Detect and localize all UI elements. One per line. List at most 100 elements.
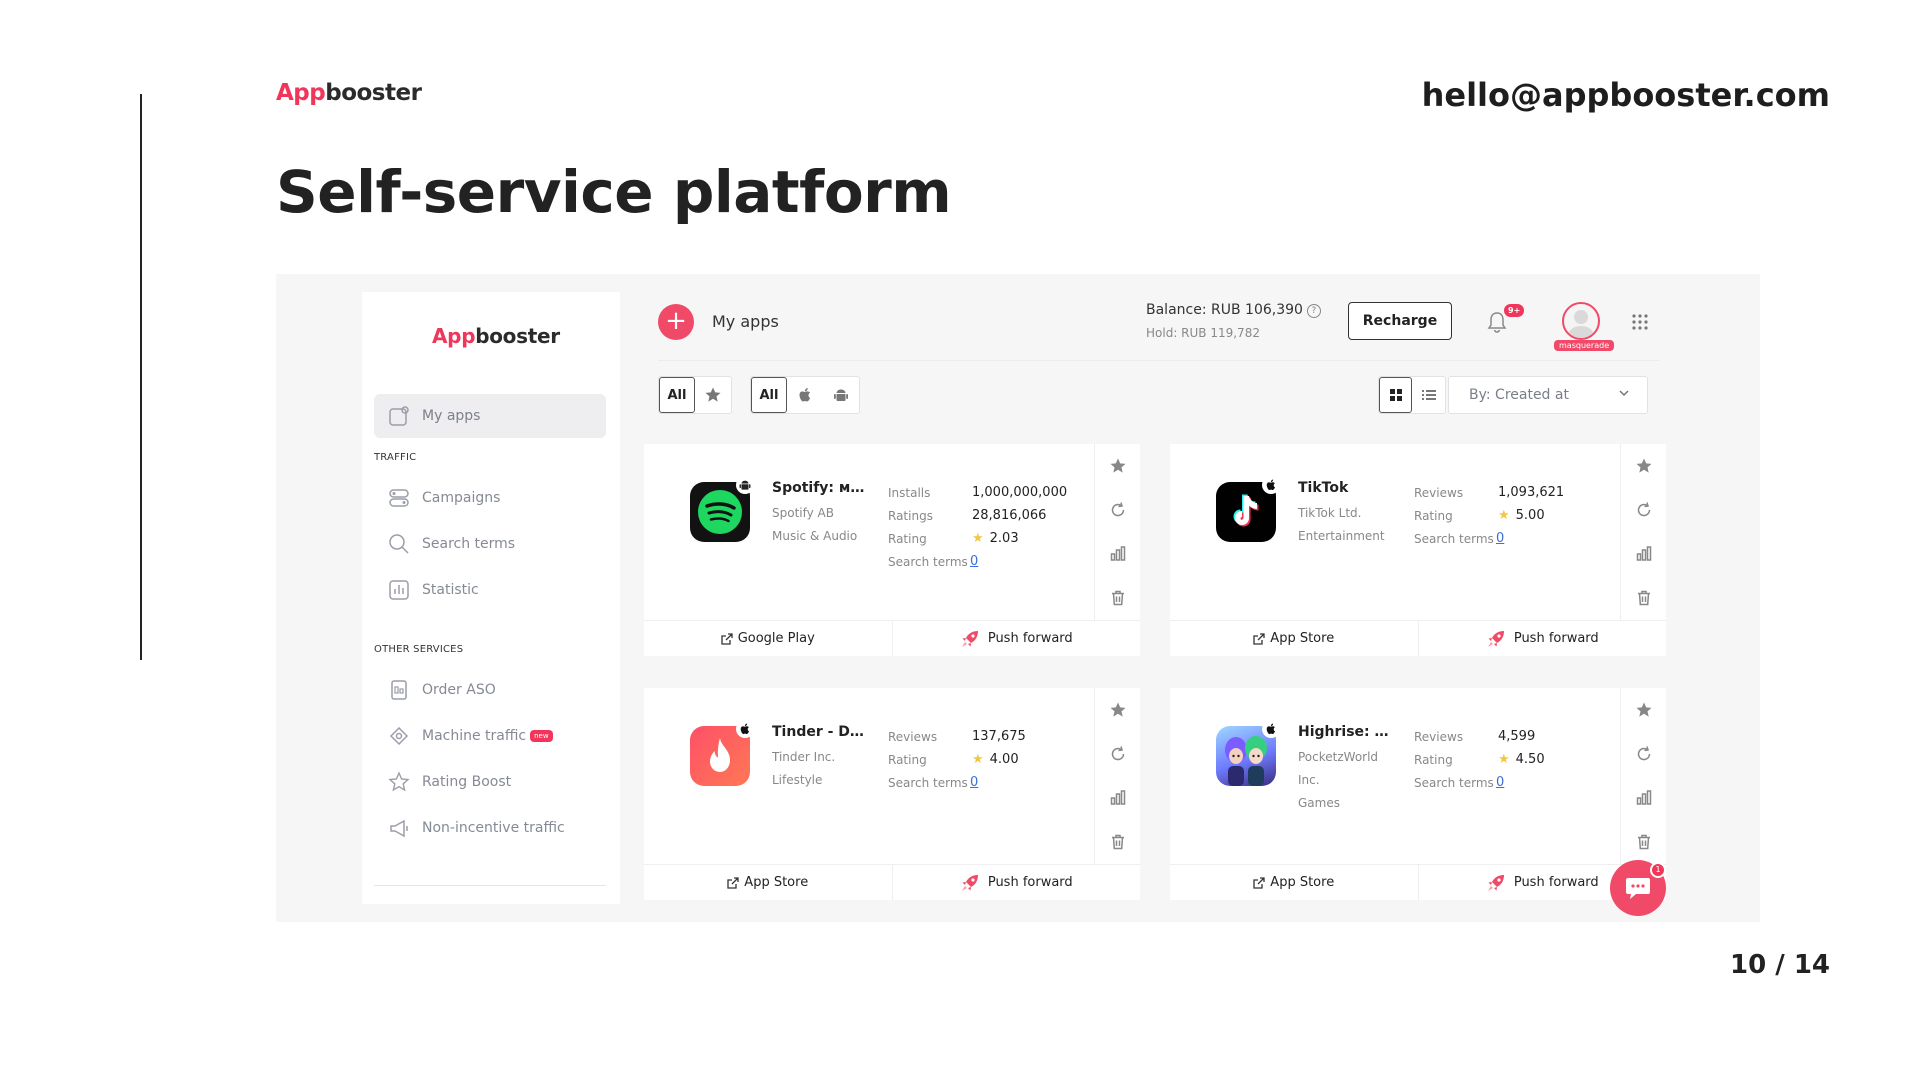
recharge-button[interactable]: Recharge bbox=[1348, 302, 1452, 340]
sidebar-item-search-terms[interactable]: Search terms bbox=[374, 522, 606, 566]
refresh-icon[interactable] bbox=[1635, 501, 1653, 519]
stat-label: Rating bbox=[888, 753, 927, 767]
store-link-label: App Store bbox=[1270, 875, 1335, 890]
platform-filter: All bbox=[750, 376, 860, 414]
list-view-button[interactable] bbox=[1412, 377, 1445, 413]
chart-icon[interactable] bbox=[1109, 789, 1127, 807]
stat-value: 137,675 bbox=[972, 729, 1026, 744]
statistic-icon bbox=[389, 580, 409, 600]
favorites-filter: All bbox=[658, 376, 732, 414]
sidebar-item-order-aso[interactable]: Order ASO bbox=[374, 668, 606, 712]
sidebar-item-label: Campaigns bbox=[422, 490, 501, 506]
chart-icon[interactable] bbox=[1635, 789, 1653, 807]
stat-label: Rating bbox=[1414, 753, 1453, 767]
sidebar-item-rating-boost[interactable]: Rating Boost bbox=[374, 760, 606, 804]
page-number: 10 / 14 bbox=[1730, 950, 1830, 980]
star-icon[interactable] bbox=[1635, 457, 1653, 475]
campaigns-icon bbox=[389, 489, 409, 507]
chat-icon bbox=[1626, 878, 1650, 899]
refresh-icon[interactable] bbox=[1109, 501, 1127, 519]
refresh-icon[interactable] bbox=[1109, 745, 1127, 763]
app-card-tinder[interactable]: Tinder - Da... Tinder Inc. Lifestyle Rev… bbox=[644, 688, 1140, 900]
trash-icon[interactable] bbox=[1109, 833, 1127, 851]
view-toggle bbox=[1378, 376, 1446, 414]
push-forward-button[interactable]: Push forward bbox=[1417, 621, 1667, 656]
grid-view-button[interactable] bbox=[1379, 377, 1413, 413]
android-icon bbox=[736, 476, 754, 494]
search-terms-link[interactable]: 0 bbox=[970, 554, 978, 569]
app-card-footer: App Store Push forward bbox=[1170, 620, 1666, 656]
search-icon bbox=[389, 534, 409, 554]
app-category: Entertainment bbox=[1298, 529, 1385, 543]
app-card-footer: App Store Push forward bbox=[644, 864, 1140, 900]
push-forward-button[interactable]: Push forward bbox=[891, 621, 1141, 656]
sort-dropdown[interactable]: By: Created at bbox=[1448, 376, 1648, 414]
star-icon[interactable] bbox=[1109, 701, 1127, 719]
search-terms-link[interactable]: 0 bbox=[970, 775, 978, 790]
apple-icon bbox=[736, 720, 754, 738]
store-link-button[interactable]: App Store bbox=[1170, 621, 1418, 656]
sidebar-item-non-incentive-traffic[interactable]: Non-incentive traffic bbox=[374, 806, 606, 850]
sidebar-item-my-apps[interactable]: My apps bbox=[374, 394, 606, 438]
trash-icon[interactable] bbox=[1635, 589, 1653, 607]
sidebar-item-campaigns[interactable]: Campaigns bbox=[374, 476, 606, 520]
sidebar-item-label: Machine traffic bbox=[422, 728, 527, 744]
filter-favorites-button[interactable] bbox=[695, 377, 731, 413]
app-card-tiktok[interactable]: TikTok TikTok Ltd. Entertainment Reviews… bbox=[1170, 444, 1666, 656]
push-forward-label: Push forward bbox=[987, 875, 1073, 890]
app-category: Music & Audio bbox=[772, 529, 858, 543]
push-forward-button[interactable]: Push forward bbox=[891, 865, 1141, 900]
contact-email[interactable]: hello@appbooster.com bbox=[1422, 76, 1830, 114]
app-publisher: Spotify AB bbox=[772, 506, 834, 520]
rating-number: 5.00 bbox=[1515, 508, 1545, 523]
sort-label: By: Created at bbox=[1469, 387, 1569, 403]
app-card-spotify[interactable]: Spotify: муз... Spotify AB Music & Audio… bbox=[644, 444, 1140, 656]
apps-grid-icon[interactable] bbox=[1632, 314, 1648, 330]
platform-android-button[interactable] bbox=[823, 377, 859, 413]
filter-all-button[interactable]: All bbox=[659, 377, 695, 413]
star-icon: ★ bbox=[972, 752, 984, 767]
store-link-button[interactable]: App Store bbox=[1170, 865, 1418, 900]
app-card-footer: App Store Push forward bbox=[1170, 864, 1666, 900]
rating-value: ★ 5.00 bbox=[1498, 508, 1545, 523]
app-card-body: TikTok TikTok Ltd. Entertainment Reviews… bbox=[1170, 444, 1620, 620]
store-link-button[interactable]: Google Play bbox=[644, 621, 892, 656]
app-name[interactable]: Spotify: муз... bbox=[772, 480, 872, 496]
help-icon[interactable]: ? bbox=[1306, 304, 1321, 318]
trash-icon[interactable] bbox=[1635, 833, 1653, 851]
store-link-button[interactable]: App Store bbox=[644, 865, 892, 900]
platform-ios-button[interactable] bbox=[787, 377, 823, 413]
logo-app-text: App bbox=[432, 324, 476, 348]
avatar[interactable] bbox=[1562, 302, 1600, 340]
app-card-actions bbox=[1620, 444, 1666, 620]
chart-icon[interactable] bbox=[1635, 545, 1653, 563]
trash-icon[interactable] bbox=[1109, 589, 1127, 607]
app-name[interactable]: TikTok bbox=[1298, 480, 1398, 496]
chart-icon[interactable] bbox=[1109, 545, 1127, 563]
app-name[interactable]: Tinder - Da... bbox=[772, 724, 872, 740]
apple-icon bbox=[1262, 720, 1280, 738]
external-link-icon bbox=[727, 876, 739, 889]
platform-screenshot: Appbooster My apps TRAFFIC Campaigns Sea… bbox=[276, 274, 1760, 922]
star-icon[interactable] bbox=[1635, 701, 1653, 719]
sidebar-item-machine-traffic[interactable]: Machine traffic new bbox=[374, 714, 606, 758]
refresh-icon[interactable] bbox=[1635, 745, 1653, 763]
search-terms-link[interactable]: 0 bbox=[1496, 775, 1504, 790]
sidebar-logo[interactable]: Appbooster bbox=[432, 324, 560, 348]
app-name[interactable]: Highrise: M... bbox=[1298, 724, 1398, 740]
sidebar-item-statistic[interactable]: Statistic bbox=[374, 568, 606, 612]
app-card-highrise[interactable]: Highrise: M... PocketzWorld Inc. Games R… bbox=[1170, 688, 1666, 900]
stat-label: Search terms bbox=[1414, 532, 1494, 546]
stat-label: Installs bbox=[888, 486, 931, 500]
platform-all-button[interactable]: All bbox=[751, 377, 787, 413]
sidebar-section-other-services: OTHER SERVICES bbox=[374, 644, 464, 655]
stat-label: Reviews bbox=[1414, 486, 1464, 500]
sidebar-divider bbox=[374, 885, 606, 886]
star-icon[interactable] bbox=[1109, 457, 1127, 475]
logo-booster-text: booster bbox=[325, 80, 422, 106]
chat-notification-badge: 1 bbox=[1650, 862, 1666, 878]
sidebar-item-label: Order ASO bbox=[422, 682, 496, 698]
search-terms-link[interactable]: 0 bbox=[1496, 531, 1504, 546]
stat-label: Search terms bbox=[888, 555, 968, 569]
add-app-button[interactable]: + bbox=[658, 304, 694, 340]
